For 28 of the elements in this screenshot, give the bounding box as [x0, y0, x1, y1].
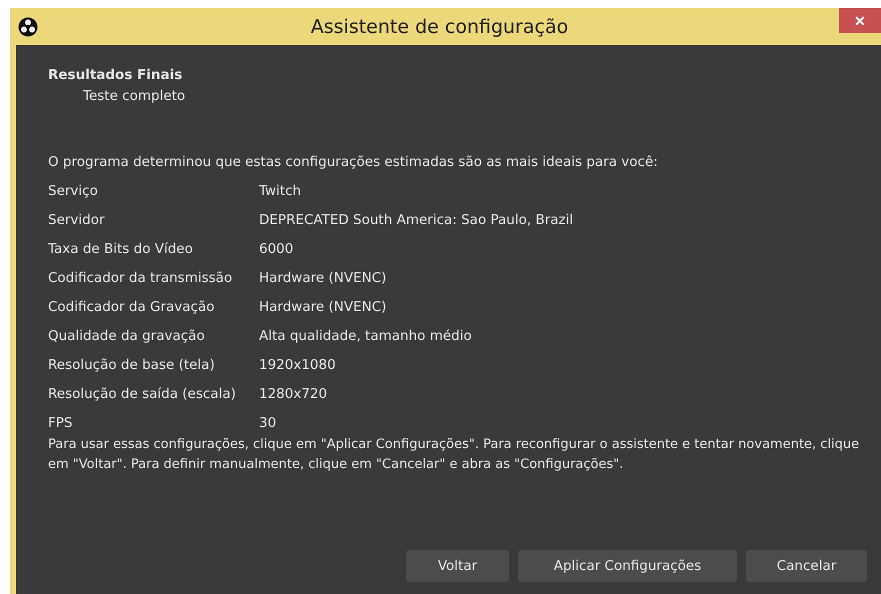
- setting-value: 1280x720: [259, 386, 328, 402]
- setting-label: Resolução de saída (escala): [48, 386, 237, 402]
- close-button[interactable]: ✕: [839, 8, 881, 33]
- setting-label: Serviço: [48, 182, 99, 198]
- page-subtitle: Teste completo: [82, 87, 186, 106]
- cancel-button[interactable]: Cancelar: [746, 550, 867, 582]
- setting-value: 30: [259, 414, 278, 430]
- setting-label: Servidor: [48, 212, 106, 228]
- apply-button[interactable]: Aplicar Configurações: [518, 550, 737, 582]
- setting-value: Hardware (NVENC): [259, 298, 388, 314]
- setting-label: Taxa de Bits do Vídeo: [48, 240, 194, 256]
- back-button[interactable]: Voltar: [406, 550, 509, 582]
- setting-label: Qualidade da gravação: [48, 328, 206, 344]
- setting-label: Resolução de base (tela): [48, 356, 216, 372]
- setting-value: DEPRECATED South America: Sao Paulo, Brazil: [259, 212, 574, 228]
- setting-label: Codificador da transmissão: [48, 270, 234, 286]
- app-logo-icon: [18, 16, 38, 36]
- setting-label: FPS: [48, 414, 74, 430]
- window-title: Assistente de configuração: [310, 16, 570, 38]
- setting-value: Hardware (NVENC): [259, 270, 388, 286]
- setting-value: 1920x1080: [259, 356, 337, 372]
- instructions-text: Para usar essas configurações, clique em "Aplicar Configurações". Para reconfigurar o assistente e tentar novamente, clique em "Voltar". Para definir manualmente, clique em "Cancelar" e abra as "Configurações".: [48, 436, 860, 474]
- setting-value: 6000: [259, 240, 294, 256]
- setting-value: Alta qualidade, tamanho médio: [259, 328, 473, 344]
- intro-text: O programa determinou que estas configurações estimadas são as mais ideais para você:: [48, 153, 659, 172]
- setting-value: Twitch: [259, 182, 302, 198]
- page-title: Resultados Finais: [48, 66, 184, 85]
- setting-label: Codificador da Gravação: [48, 298, 216, 314]
